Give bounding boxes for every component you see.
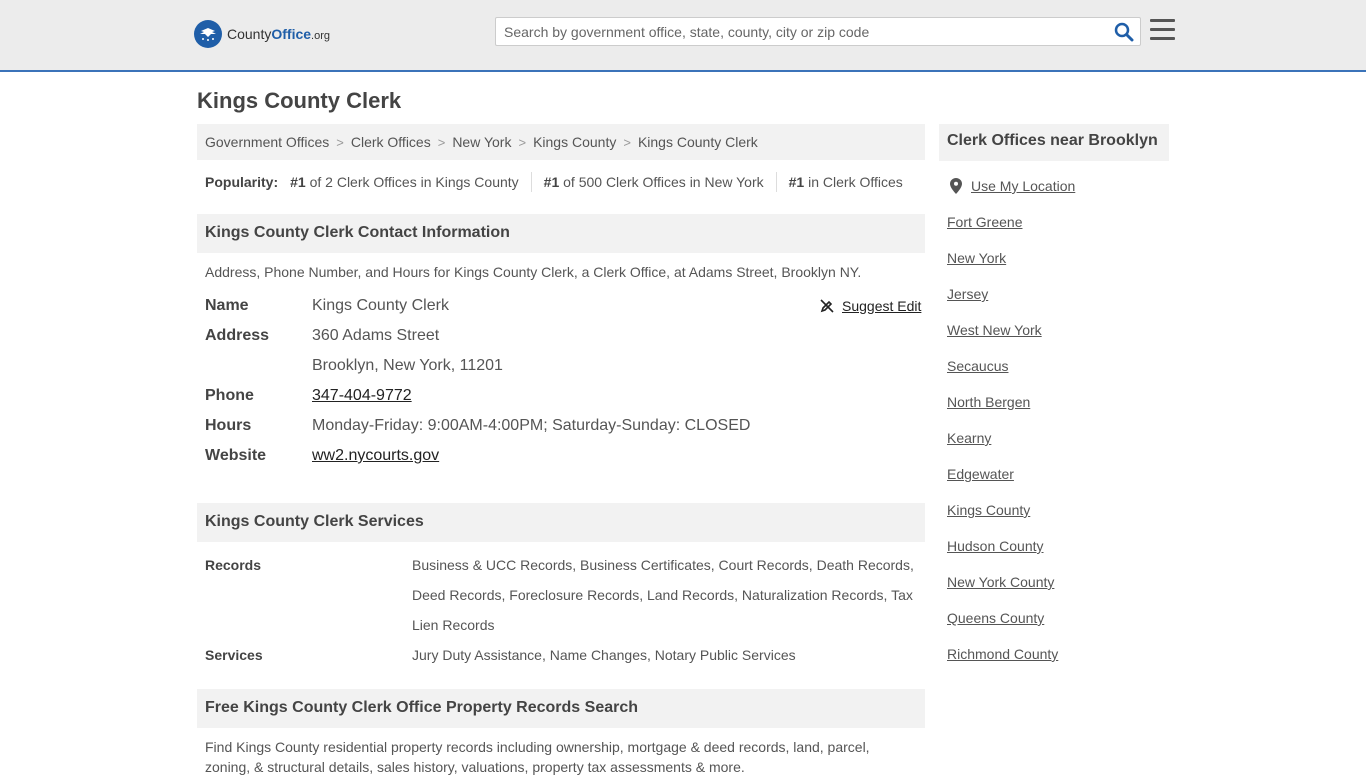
address-line2: Brooklyn, New York, 11201 <box>312 357 503 374</box>
popularity-text: in Clerk Offices <box>804 174 903 190</box>
breadcrumb-government-offices[interactable]: Government Offices <box>205 134 329 150</box>
property-heading: Free Kings County Clerk Office Property … <box>197 689 925 728</box>
chevron-right-icon: > <box>437 134 446 150</box>
sidebar-link-kearny[interactable]: Kearny <box>947 430 991 446</box>
contact-heading: Kings County Clerk Contact Information <box>197 214 925 253</box>
sidebar-link-hudson-county[interactable]: Hudson County <box>947 538 1044 554</box>
records-label: Records <box>205 557 262 573</box>
logo-county: County <box>227 26 272 42</box>
site-header: CountyOffice.org <box>0 0 1366 72</box>
breadcrumb-kings-county[interactable]: Kings County <box>533 134 616 150</box>
services-value: Jury Duty Assistance, Name Changes, Nota… <box>412 647 796 663</box>
website-value: ww2.nycourts.gov <box>312 447 439 465</box>
use-my-location-label: Use My Location <box>971 178 1076 194</box>
sidebar-heading: Clerk Offices near Brooklyn <box>939 124 1169 161</box>
website-link[interactable]: ww2.nycourts.gov <box>312 447 439 464</box>
name-value: Kings County Clerk <box>312 297 449 314</box>
site-logo[interactable]: CountyOffice.org <box>194 20 330 48</box>
sidebar-link-new-york-county[interactable]: New York County <box>947 574 1054 590</box>
popularity-bar: Popularity: #1 of 2 Clerk Offices in Kin… <box>205 172 915 192</box>
breadcrumb: Government Offices > Clerk Offices > New… <box>197 124 925 160</box>
breadcrumb-clerk-offices[interactable]: Clerk Offices <box>351 134 431 150</box>
logo-wordmark: CountyOffice.org <box>227 26 330 42</box>
suggest-edit-link[interactable]: Suggest Edit <box>819 298 921 314</box>
sidebar-link-north-bergen[interactable]: North Bergen <box>947 394 1030 410</box>
phone-label: Phone <box>205 387 254 404</box>
sidebar-link-jersey[interactable]: Jersey <box>947 286 988 302</box>
hours-value: Monday-Friday: 9:00AM-4:00PM; Saturday-S… <box>312 417 751 434</box>
logo-org: .org <box>311 30 331 42</box>
popularity-item: #1 of 2 Clerk Offices in Kings County <box>278 172 531 192</box>
popularity-rank: #1 <box>543 174 560 190</box>
address-label: Address <box>205 327 270 344</box>
popularity-item: #1 of 500 Clerk Offices in New York <box>530 172 776 192</box>
popularity-text: of 2 Clerk Offices in Kings County <box>305 174 519 190</box>
sidebar-link-secaucus[interactable]: Secaucus <box>947 358 1008 374</box>
records-value: Business & UCC Records, Business Certifi… <box>412 557 914 633</box>
suggest-edit-label: Suggest Edit <box>842 298 922 314</box>
breadcrumb-new-york[interactable]: New York <box>452 134 511 150</box>
sidebar-link-edgewater[interactable]: Edgewater <box>947 466 1014 482</box>
hours-label: Hours <box>205 417 252 434</box>
popularity-text: of 500 Clerk Offices in New York <box>559 174 764 190</box>
popularity-rank: #1 <box>788 174 805 190</box>
logo-office: Office <box>271 26 312 42</box>
sidebar-link-kings-county[interactable]: Kings County <box>947 502 1030 518</box>
chevron-right-icon: > <box>623 134 631 150</box>
search-input[interactable] <box>496 18 1106 45</box>
map-pin-icon <box>950 178 962 194</box>
breadcrumb-current[interactable]: Kings County Clerk <box>638 134 758 150</box>
search-icon[interactable] <box>1114 22 1134 42</box>
sidebar-link-queens-county[interactable]: Queens County <box>947 610 1044 626</box>
sidebar-link-new-york[interactable]: New York <box>947 250 1006 266</box>
website-label: Website <box>205 447 267 464</box>
contact-description: Address, Phone Number, and Hours for Kin… <box>205 264 862 280</box>
eagle-seal-icon <box>194 20 222 48</box>
sidebar-link-west-new-york[interactable]: West New York <box>947 322 1042 338</box>
phone-link[interactable]: 347-404-9772 <box>312 387 412 404</box>
sidebar-link-richmond-county[interactable]: Richmond County <box>947 646 1058 662</box>
chevron-right-icon: > <box>336 134 344 150</box>
property-description: Find Kings County residential property r… <box>205 739 870 775</box>
edit-off-icon <box>820 299 834 313</box>
name-label: Name <box>205 297 249 314</box>
search-box <box>495 17 1141 46</box>
address-line1: 360 Adams Street <box>312 327 440 344</box>
popularity-label: Popularity: <box>205 174 279 190</box>
services-heading: Kings County Clerk Services <box>197 503 925 542</box>
page-title: Kings County Clerk <box>197 88 402 113</box>
popularity-rank: #1 <box>290 174 306 190</box>
services-label: Services <box>205 647 263 663</box>
use-my-location-link[interactable]: Use My Location <box>950 178 1075 194</box>
phone-value: 347-404-9772 <box>312 387 412 405</box>
hamburger-menu-icon[interactable] <box>1150 19 1175 41</box>
chevron-right-icon: > <box>518 134 527 150</box>
sidebar-link-fort-greene[interactable]: Fort Greene <box>947 214 1022 230</box>
popularity-item: #1 in Clerk Offices <box>775 172 915 192</box>
